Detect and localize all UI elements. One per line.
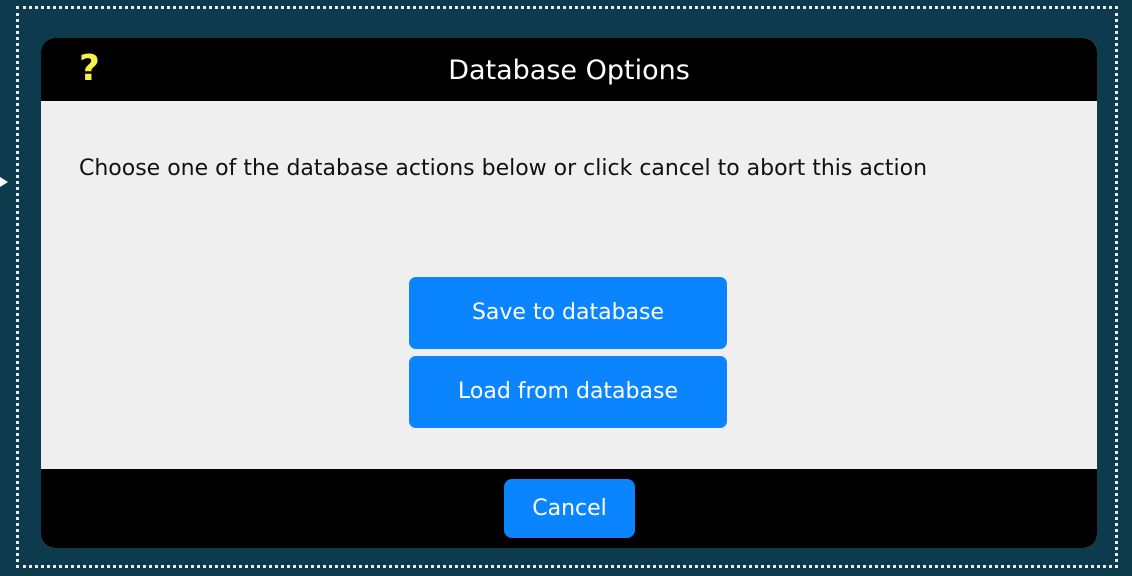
save-to-database-button[interactable]: Save to database xyxy=(409,277,727,349)
cancel-button[interactable]: Cancel xyxy=(504,479,635,538)
dialog-titlebar: ? Database Options xyxy=(41,38,1097,101)
load-from-database-button[interactable]: Load from database xyxy=(409,356,727,428)
dialog-title: Database Options xyxy=(448,55,690,86)
desktop-background: ? Database Options Choose one of the dat… xyxy=(0,0,1132,576)
dialog-footer: Cancel xyxy=(41,469,1097,548)
database-options-dialog: ? Database Options Choose one of the dat… xyxy=(41,38,1097,548)
dialog-message: Choose one of the database actions below… xyxy=(79,156,928,181)
pointer-arrow-icon xyxy=(0,177,8,187)
